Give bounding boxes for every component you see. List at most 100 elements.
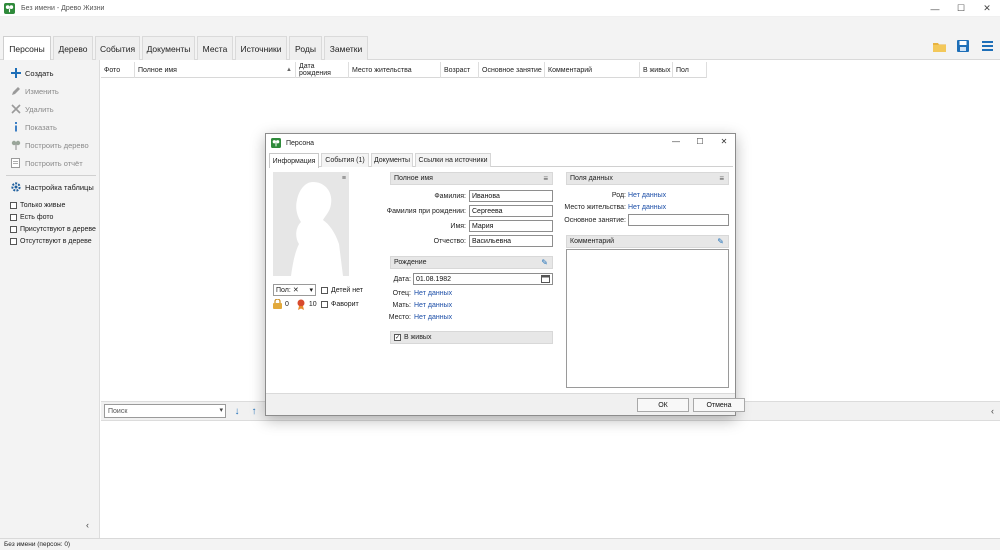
column-header-photo[interactable]: Фото [101,62,135,78]
first-name-label: Имя: [450,222,466,230]
tab-events[interactable]: События (1) [321,153,369,167]
mother-link[interactable]: Нет данных [414,299,452,311]
checkbox[interactable] [321,286,328,294]
tab-sources[interactable]: Источники [235,36,287,60]
residence-label: Место жительства: [564,203,626,211]
show-button[interactable]: Показать [10,120,57,134]
search-next-button[interactable]: ↓ [231,405,243,417]
occupation-field[interactable] [628,214,729,226]
pencil-icon[interactable]: ✎ [541,258,548,267]
edit-button[interactable]: Изменить [10,84,59,98]
tab-places[interactable]: Места [197,36,233,60]
table-settings-button[interactable]: Настройка таблицы [10,180,94,194]
column-header-age[interactable]: Возраст [441,62,479,78]
ok-button[interactable]: ОК [637,398,689,412]
filter-in-tree[interactable]: Присутствуют в дереве [10,224,96,235]
delete-button[interactable]: Удалить [10,102,54,116]
comment-textarea[interactable] [566,249,729,388]
sort-asc-icon: ▲ [286,67,292,73]
rod-link[interactable]: Нет данных [628,189,666,201]
person-dialog: Персона — ☐ ✕ Информация События (1) Док… [265,133,745,416]
patronymic-field[interactable]: Васильевна [469,235,553,247]
father-label: Отец: [392,289,411,297]
photo-menu-icon[interactable]: ≡ [342,175,346,182]
pencil-icon[interactable]: ✎ [717,237,724,246]
checkbox[interactable] [10,202,17,209]
tab-clans[interactable]: Роды [289,36,322,60]
column-header-comment[interactable]: Комментарий [545,62,640,78]
birth-date-field[interactable]: 01.08.1982 [413,273,553,285]
favorite-checkbox[interactable]: Фаворит [321,299,359,309]
alive-checkbox[interactable]: ✓ [394,334,401,341]
tab-tree[interactable]: Дерево [53,36,93,60]
app-logo-icon [271,138,281,148]
dialog-maximize-button[interactable]: ☐ [693,137,707,146]
sex-select[interactable]: Пол: ✕ ▾ [273,284,316,296]
info-icon [10,122,21,133]
filter-not-in-tree[interactable]: Отсутствуют в дереве [10,236,92,247]
column-header-alive[interactable]: В живых [640,62,673,78]
section-menu-icon[interactable]: ≡ [543,174,548,183]
dialog-title: Персона [286,139,315,147]
no-children-checkbox[interactable]: Детей нет [321,285,363,295]
build-tree-button[interactable]: Построить дерево [10,138,89,152]
checkbox[interactable] [10,214,17,221]
birth-surname-field[interactable]: Сергеева [469,205,553,217]
checkbox[interactable] [321,300,328,308]
checkbox[interactable] [10,238,17,245]
sex-value: ✕ [292,287,299,294]
app-logo-icon [4,2,15,14]
lock-icon [273,299,282,309]
cancel-button[interactable]: Отмена [693,398,745,412]
checkbox[interactable] [10,226,17,233]
create-button[interactable]: Создать [10,66,54,80]
dialog-minimize-button[interactable]: — [669,137,683,146]
tab-notes[interactable]: Заметки [324,36,368,60]
search-input[interactable]: Поиск ▾ [104,404,226,418]
column-header-residence[interactable]: Место жительства [349,62,441,78]
plus-icon [10,68,21,79]
build-report-button[interactable]: Построить отчёт [10,156,83,170]
tab-information[interactable]: Информация [269,153,319,168]
report-icon [10,158,21,169]
tab-documents[interactable]: Документы [142,36,195,60]
collapse-sidebar-button[interactable]: ‹ [86,520,89,530]
rod-label: Род: [611,191,626,199]
main-titlebar: Без имени - Древо Жизни — ☐ ✕ [0,0,1000,17]
calendar-icon[interactable] [541,275,550,283]
birth-surname-label: Фамилия при рождении: [386,207,466,215]
pencil-icon [10,86,21,97]
column-header-full-name[interactable]: Полное имя ▲ [135,62,296,78]
close-button[interactable]: ✕ [974,0,1000,17]
birth-place-link[interactable]: Нет данных [414,311,452,323]
surname-label: Фамилия: [434,192,466,200]
person-photo[interactable]: ≡ [273,172,349,276]
persons-grid-header: Фото Полное имя ▲ Дата рождения Место жит… [101,62,707,78]
column-header-sex[interactable]: Пол [673,62,707,78]
menu-icon[interactable] [980,39,994,53]
tab-source-links[interactable]: Ссылки на источники [415,153,491,167]
full-name-section-header: Полное имя ≡ [390,172,553,185]
award-icon [297,299,305,310]
minimize-button[interactable]: — [922,0,948,17]
search-prev-button[interactable]: ↑ [248,405,260,417]
column-header-occupation[interactable]: Основное занятие [479,62,545,78]
father-link[interactable]: Нет данных [414,287,452,299]
column-header-birth-date[interactable]: Дата рождения [296,62,349,78]
surname-field[interactable]: Иванова [469,190,553,202]
tab-documents[interactable]: Документы [371,153,413,167]
save-icon[interactable] [956,39,970,53]
chevron-down-icon[interactable]: ▾ [219,406,223,414]
open-folder-icon[interactable] [932,39,946,53]
section-menu-icon[interactable]: ≡ [719,174,724,183]
expand-panel-button[interactable]: ‹ [991,406,994,416]
maximize-button[interactable]: ☐ [948,0,974,17]
alive-section[interactable]: ✓ В живых [390,331,553,344]
tab-persons[interactable]: Персоны [3,36,51,61]
filter-alive-only[interactable]: Только живые [10,200,65,211]
residence-link[interactable]: Нет данных [628,201,666,213]
dialog-close-button[interactable]: ✕ [717,137,731,146]
first-name-field[interactable]: Мария [469,220,553,232]
filter-has-photo[interactable]: Есть фото [10,212,53,223]
tab-events[interactable]: События [95,36,140,60]
